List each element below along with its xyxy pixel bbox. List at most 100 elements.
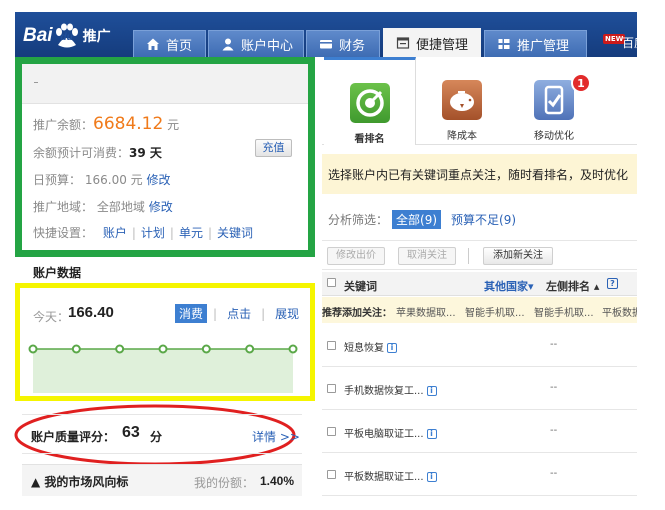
filter-all[interactable]: 全部(9): [392, 210, 442, 229]
trend-chart: [28, 344, 298, 393]
recommend-follow-label: 推荐添加关注：: [322, 308, 392, 319]
balance-unit: 元: [167, 118, 180, 132]
tab-home[interactable]: 首页: [133, 30, 206, 57]
metric-tab-clicks[interactable]: 点击: [223, 304, 255, 323]
nav-extra-link[interactable]: 百度推: [622, 34, 637, 51]
market-share-label: 我的份额：: [194, 476, 255, 490]
account-header-strip: [22, 64, 308, 104]
quality-score-unit: 分: [150, 430, 163, 444]
tool-tabs: 看排名 降成本 移动优化 1: [322, 57, 637, 145]
estimate-label: 余额预计可消费：: [33, 146, 130, 160]
cancel-follow-button[interactable]: 取消关注: [398, 247, 456, 265]
quality-detail-link[interactable]: 详情 >>: [252, 428, 300, 445]
recommend-item[interactable]: 苹果数据取...: [396, 304, 456, 319]
recommend-item[interactable]: 智能手机取...: [534, 304, 594, 319]
column-header-left-rank[interactable]: 左侧排名 ▴: [546, 278, 599, 294]
logo-product-name: 推广: [82, 29, 111, 45]
metric-tabs: 消费 | 点击 | 展现: [175, 304, 303, 323]
piggy-bank-icon: [442, 80, 482, 120]
recharge-button[interactable]: 充值: [255, 139, 292, 157]
tab-account-center[interactable]: 账户中心: [208, 30, 304, 57]
account-overview-panel: 推广余额：6684.12 元 余额预计可消费：39 天 充值 日预算： 166.…: [15, 57, 315, 257]
tool-mobile-optimize[interactable]: 移动优化: [508, 57, 600, 145]
estimate-line: 余额预计可消费：39 天: [33, 144, 162, 161]
today-value: 166.40: [68, 304, 114, 321]
tool-reduce-cost-label: 降成本: [447, 131, 477, 142]
account-data-title: 账户数据: [33, 266, 82, 280]
tab-quick-manage[interactable]: 便捷管理: [383, 28, 481, 57]
help-icon[interactable]: ?: [607, 278, 618, 289]
shortcut-line: 快捷设置： 账户 | 计划 | 单元 | 关键词: [33, 226, 254, 240]
row-checkbox[interactable]: [327, 341, 336, 350]
home-icon: [146, 37, 160, 51]
mobile-check-icon: [534, 80, 574, 120]
baidu-tuiguang-logo[interactable]: Bai du 推广: [23, 21, 111, 51]
trend-point[interactable]: [28, 344, 38, 354]
account-quality-score-row: 账户质量评分： 63 分 详情 >>: [22, 414, 302, 454]
trend-point[interactable]: [71, 344, 81, 354]
row-checkbox[interactable]: [327, 470, 336, 479]
shortcut-unit-link[interactable]: 单元: [179, 226, 203, 240]
grid-icon: [497, 37, 511, 51]
region-value: 全部地域: [96, 200, 145, 214]
region-edit-link[interactable]: 修改: [149, 200, 173, 214]
window-icon: [396, 36, 410, 50]
filter-budget-short[interactable]: 预算不足(9): [451, 211, 516, 228]
budget-edit-link[interactable]: 修改: [146, 173, 170, 187]
market-indicator-row[interactable]: ▲ 我的市场风向标 我的份额： 1.40%: [22, 464, 302, 496]
tool-reduce-cost[interactable]: 降成本: [416, 57, 508, 145]
modify-bid-button[interactable]: 修改出价: [327, 247, 385, 265]
trend-area: [33, 349, 293, 393]
shortcut-keyword-link[interactable]: 关键词: [217, 226, 253, 240]
balance-line: 推广余额：6684.12 元: [33, 114, 179, 134]
metric-tab-spend[interactable]: 消费: [175, 304, 208, 323]
info-icon[interactable]: i: [426, 386, 437, 396]
keyword-cell: 手机数据恢复工... i: [344, 382, 437, 397]
region-dropdown[interactable]: 其他国家▾: [484, 278, 534, 294]
keyword-text[interactable]: 手机数据恢复工...: [344, 386, 424, 397]
trend-point[interactable]: [158, 344, 168, 354]
select-all-checkbox[interactable]: [327, 278, 336, 287]
recommend-item[interactable]: 平板数据: [602, 304, 637, 319]
table-row: 平板电脑取证工... i --: [322, 411, 637, 453]
info-icon[interactable]: i: [426, 472, 437, 482]
budget-label: 日预算：: [33, 173, 82, 187]
account-data-panel: 今天： 166.40 消费 | 点击 | 展现: [15, 283, 315, 401]
trend-point[interactable]: [288, 344, 298, 354]
balance-label: 推广余额：: [33, 118, 94, 132]
trend-point[interactable]: [115, 344, 125, 354]
trend-point[interactable]: [245, 344, 255, 354]
trend-point[interactable]: [201, 344, 211, 354]
recommend-item[interactable]: 智能手机取...: [465, 304, 525, 319]
region-label: 推广地域：: [33, 200, 94, 214]
shortcut-plan-link[interactable]: 计划: [141, 226, 165, 240]
budget-line: 日预算： 166.00 元 修改: [33, 171, 171, 188]
paw-icon: du: [54, 23, 80, 49]
row-checkbox[interactable]: [327, 427, 336, 436]
table-row: 平板数据取证工... i --: [322, 454, 637, 496]
info-icon[interactable]: i: [426, 429, 437, 439]
tab-promotion-manage[interactable]: 推广管理: [484, 30, 587, 57]
row-checkbox[interactable]: [327, 384, 336, 393]
user-icon: [221, 37, 235, 51]
balance-value: 6684.12: [93, 114, 164, 134]
info-icon[interactable]: i: [387, 343, 397, 353]
quick-manage-panel: 看排名 降成本 移动优化 1 选择账户内已有关键词重点关注，随时看排名，及时优化…: [322, 57, 637, 497]
shortcut-label: 快捷设置：: [33, 226, 94, 240]
region-line: 推广地域： 全部地域 修改: [33, 198, 173, 215]
keyword-text[interactable]: 平板数据取证工...: [344, 472, 424, 483]
tab-promotion-manage-label: 推广管理: [517, 38, 570, 54]
add-follow-button[interactable]: 添加新关注: [483, 247, 553, 265]
keyword-text[interactable]: 平板电脑取证工...: [344, 429, 424, 440]
tab-finance[interactable]: 财务: [306, 30, 380, 57]
tool-view-ranking[interactable]: 看排名: [324, 57, 416, 145]
keyword-text[interactable]: 短息恢复: [344, 343, 384, 354]
filter-label: 分析筛选：: [328, 213, 389, 227]
keyword-table-header: 关键词 其他国家▾ 左侧排名 ▴ ?: [322, 272, 637, 296]
rank-cell: --: [550, 382, 558, 393]
metric-tab-impressions[interactable]: 展现: [271, 304, 303, 323]
table-row: 手机数据恢复工... i --: [322, 368, 637, 410]
tab-account-center-label: 账户中心: [241, 38, 294, 54]
shortcut-account-link[interactable]: 账户: [103, 226, 127, 240]
tab-finance-label: 财务: [339, 38, 366, 54]
